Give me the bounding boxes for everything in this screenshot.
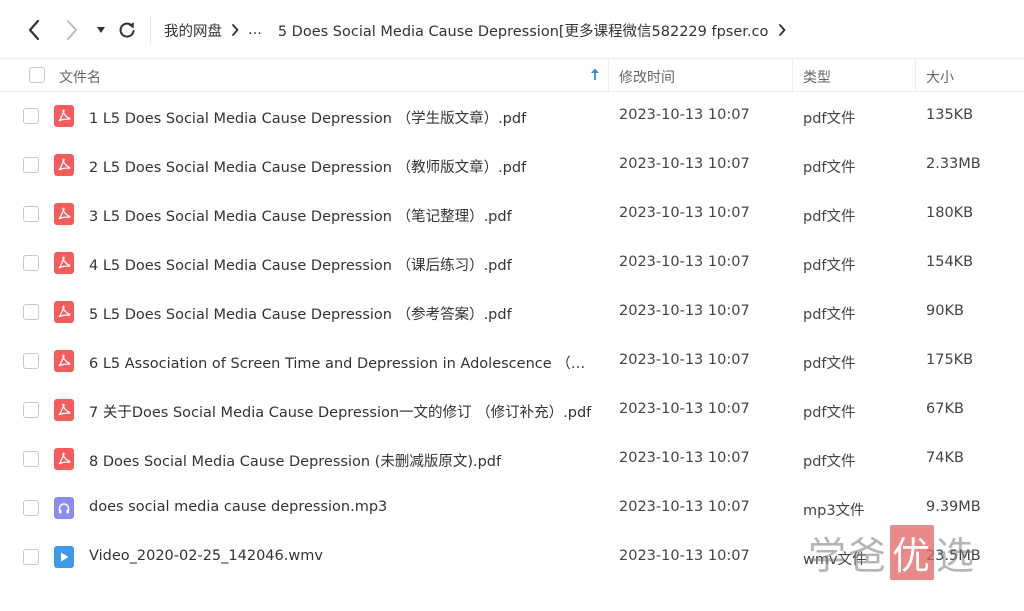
file-row[interactable]: 3 L5 Does Social Media Cause Depression … [0,190,1024,239]
breadcrumb-current-folder[interactable]: 5 Does Social Media Cause Depression[更多课… [278,20,768,41]
file-size: 67KB [926,401,964,417]
file-type: pdf文件 [803,209,856,225]
chevron-left-icon [28,19,40,41]
file-modified: 2023-10-13 10:07 [619,548,750,564]
row-checkbox[interactable] [23,304,39,320]
caret-down-icon [97,27,105,33]
sort-ascending-icon[interactable] [590,68,600,85]
file-name[interactable]: 3 L5 Does Social Media Cause Depression … [89,205,595,226]
row-checkbox[interactable] [23,206,39,222]
select-all-checkbox[interactable] [29,67,45,83]
pdf-icon [54,105,74,127]
row-checkbox[interactable] [23,500,39,516]
file-modified: 2023-10-13 10:07 [619,254,750,270]
file-modified: 2023-10-13 10:07 [619,450,750,466]
file-type: pdf文件 [803,356,856,372]
file-type: pdf文件 [803,405,856,421]
file-size: 180KB [926,205,974,221]
pdf-icon [54,350,74,372]
file-row[interactable]: 2 L5 Does Social Media Cause Depression … [0,141,1024,190]
video-file-icon [54,546,74,568]
file-row[interactable]: 7 关于Does Social Media Cause Depression一文… [0,386,1024,435]
pdf-icon [54,154,74,176]
refresh-icon [119,22,135,38]
breadcrumb-ellipsis[interactable]: ... [248,22,262,38]
file-type: pdf文件 [803,454,856,470]
breadcrumb-expand-icon[interactable] [778,24,786,36]
toolbar-divider [150,16,151,44]
forward-button[interactable] [62,18,82,42]
file-name[interactable]: does social media cause depression.mp3 [89,499,595,515]
column-divider[interactable] [792,59,793,92]
file-size: 154KB [926,254,974,270]
file-size: 2.33MB [926,156,981,172]
column-divider[interactable] [915,59,916,92]
file-modified: 2023-10-13 10:07 [619,352,750,368]
file-row[interactable]: 4 L5 Does Social Media Cause Depression … [0,239,1024,288]
row-checkbox[interactable] [23,402,39,418]
file-name[interactable]: Video_2020-02-25_142046.wmv [89,548,595,564]
pdf-icon [54,252,74,274]
column-header-size[interactable]: 大小 [926,67,954,87]
column-divider[interactable] [608,59,609,92]
file-modified: 2023-10-13 10:07 [619,156,750,172]
file-size: 9.39MB [926,499,981,515]
file-list-header: 文件名 修改时间 类型 大小 [0,58,1024,92]
file-size: 74KB [926,450,964,466]
file-name[interactable]: 8 Does Social Media Cause Depression (未删… [89,450,595,471]
row-checkbox[interactable] [23,255,39,271]
file-row[interactable]: 8 Does Social Media Cause Depression (未删… [0,435,1024,484]
file-modified: 2023-10-13 10:07 [619,205,750,221]
refresh-button[interactable] [116,18,138,42]
file-modified: 2023-10-13 10:07 [619,401,750,417]
file-modified: 2023-10-13 10:07 [619,107,750,123]
file-type: pdf文件 [803,160,856,176]
row-checkbox[interactable] [23,157,39,173]
file-type: pdf文件 [803,111,856,127]
file-name[interactable]: 6 L5 Association of Screen Time and Depr… [89,352,595,373]
file-name[interactable]: 1 L5 Does Social Media Cause Depression … [89,107,595,128]
file-size: 90KB [926,303,964,319]
row-checkbox[interactable] [23,108,39,124]
file-name[interactable]: 5 L5 Does Social Media Cause Depression … [89,303,595,324]
toolbar: 我的网盘 ... 5 Does Social Media Cause Depre… [0,0,1024,58]
file-type: wmv文件 [803,552,867,568]
file-size: 175KB [926,352,974,368]
pdf-icon [54,399,74,421]
file-name[interactable]: 2 L5 Does Social Media Cause Depression … [89,156,595,177]
breadcrumb: 我的网盘 ... 5 Does Social Media Cause Depre… [164,19,795,41]
file-modified: 2023-10-13 10:07 [619,303,750,319]
row-checkbox[interactable] [23,549,39,565]
pdf-icon [54,301,74,323]
file-name[interactable]: 4 L5 Does Social Media Cause Depression … [89,254,595,275]
breadcrumb-separator-icon [231,24,239,36]
breadcrumb-root[interactable]: 我的网盘 [164,20,222,41]
audio-file-icon [54,497,74,519]
history-dropdown-button[interactable] [94,18,108,42]
chevron-right-icon [67,20,77,40]
file-modified: 2023-10-13 10:07 [619,499,750,515]
column-header-type[interactable]: 类型 [803,67,831,87]
file-type: pdf文件 [803,258,856,274]
file-row[interactable]: Video_2020-02-25_142046.wmv 2023-10-13 1… [0,533,1024,582]
file-type: mp3文件 [803,503,865,519]
file-type: pdf文件 [803,307,856,323]
file-size: 23.5MB [926,548,981,564]
file-row[interactable]: 1 L5 Does Social Media Cause Depression … [0,92,1024,141]
column-header-modified[interactable]: 修改时间 [619,67,675,87]
column-header-name[interactable]: 文件名 [59,67,101,87]
pdf-icon [54,448,74,470]
file-size: 135KB [926,107,974,123]
pdf-icon [54,203,74,225]
back-button[interactable] [24,18,44,42]
file-name[interactable]: 7 关于Does Social Media Cause Depression一文… [89,401,595,422]
row-checkbox[interactable] [23,353,39,369]
file-row[interactable]: does social media cause depression.mp3 2… [0,484,1024,533]
file-row[interactable]: 5 L5 Does Social Media Cause Depression … [0,288,1024,337]
file-row[interactable]: 6 L5 Association of Screen Time and Depr… [0,337,1024,386]
row-checkbox[interactable] [23,451,39,467]
